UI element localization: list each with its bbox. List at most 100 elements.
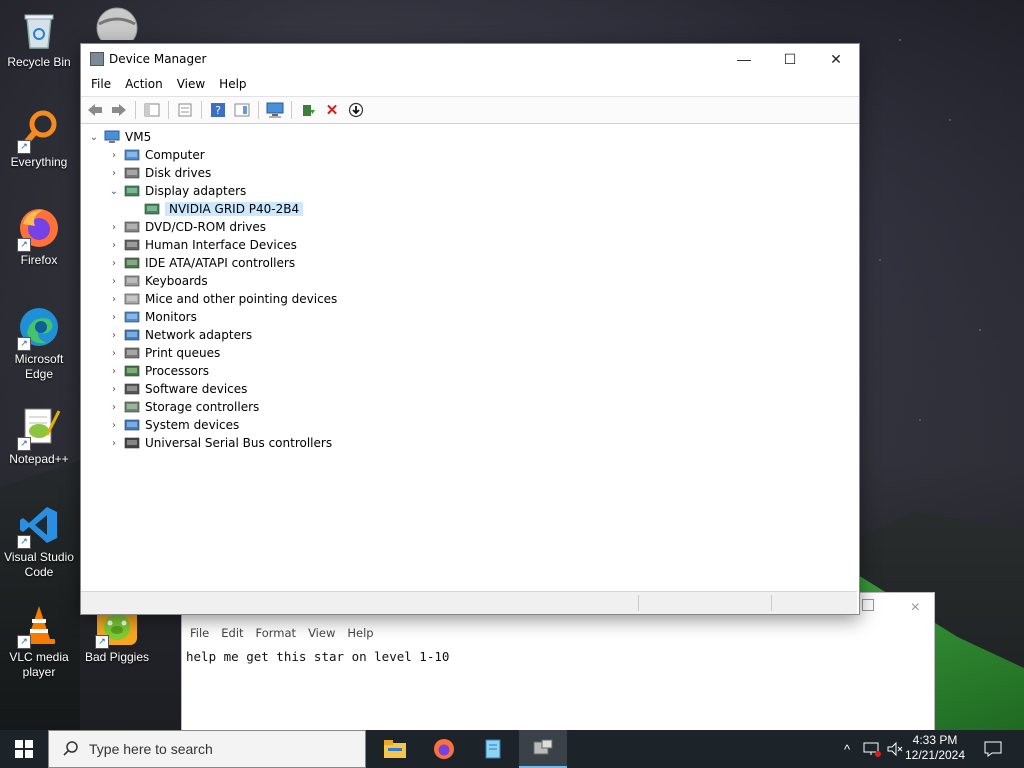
taskbar-file-explorer[interactable] — [371, 730, 419, 768]
tree-category-row[interactable]: › Universal Serial Bus controllers — [107, 434, 332, 452]
taskbar-notepad[interactable] — [469, 730, 517, 768]
close-icon[interactable]: × — [911, 599, 920, 617]
tree-item-label: System devices — [145, 418, 240, 432]
chevron-right-icon[interactable]: › — [107, 420, 121, 431]
tree-category-row[interactable]: › Print queues — [107, 344, 220, 362]
tree-category-row[interactable]: › Disk drives — [107, 164, 211, 182]
menu-action[interactable]: Action — [118, 74, 170, 96]
tree-category-row[interactable]: › DVD/CD-ROM drives — [107, 218, 266, 236]
start-button[interactable] — [0, 730, 48, 768]
chevron-down-icon[interactable]: ⌄ — [87, 132, 101, 143]
minimize-button[interactable]: — — [721, 44, 767, 74]
chevron-down-icon[interactable]: ⌄ — [107, 186, 121, 197]
device-manager-window[interactable]: Device Manager — ☐ ✕ File Action View He… — [80, 43, 860, 615]
recycle-bin-icon — [17, 8, 61, 52]
tree-category-row[interactable]: › Monitors — [107, 308, 197, 326]
tree-category-row[interactable]: ⌄ Display adapters — [107, 182, 246, 200]
device-manager-titlebar[interactable]: Device Manager — ☐ ✕ — [81, 44, 859, 74]
maximize-button[interactable]: ☐ — [767, 44, 813, 74]
notepad-text-area[interactable]: help me get this star on level 1-10 — [182, 645, 934, 668]
chevron-right-icon[interactable]: › — [107, 294, 121, 305]
desktop-icon-recycle-bin[interactable]: Recycle Bin — [1, 8, 77, 70]
chevron-right-icon[interactable]: › — [107, 366, 121, 377]
desktop-icon-everything[interactable]: ↗ Everything — [1, 108, 77, 170]
notepad-menu-help[interactable]: Help — [341, 623, 379, 645]
chevron-right-icon[interactable]: › — [107, 348, 121, 359]
device-tree[interactable]: ⌄ VM5 › Computer › Disk drives ⌄ Display adap… — [81, 123, 857, 590]
tree-category-row[interactable]: › Keyboards — [107, 272, 208, 290]
desktop-icon-label: Visual Studio Code — [4, 550, 74, 579]
uninstall-device-icon[interactable]: ✕ — [322, 100, 342, 120]
tree-category-row[interactable]: › IDE ATA/ATAPI controllers — [107, 254, 295, 272]
taskbar-device-manager[interactable] — [519, 730, 567, 768]
chevron-right-icon[interactable]: › — [107, 384, 121, 395]
monitor-icon — [124, 310, 140, 324]
notepad-menubar: File Edit Format View Help — [182, 623, 934, 645]
back-arrow-icon[interactable] — [85, 100, 105, 120]
disk-drive-icon — [124, 166, 140, 180]
taskbar-search-box[interactable]: Type here to search — [48, 730, 366, 768]
chevron-right-icon[interactable]: › — [107, 150, 121, 161]
printer-icon — [124, 346, 140, 360]
firefox-icon — [434, 739, 454, 759]
system-device-icon — [124, 418, 140, 432]
tree-category-row[interactable]: › Mice and other pointing devices — [107, 290, 337, 308]
desktop-icon-notepad-plus-plus[interactable]: ↗ Notepad++ — [1, 405, 77, 467]
help-icon[interactable]: ? — [208, 100, 228, 120]
menu-help[interactable]: Help — [212, 74, 253, 96]
keyboard-icon — [124, 274, 140, 288]
tree-category-row[interactable]: › Storage controllers — [107, 398, 259, 416]
desktop-icon-unknown-globe[interactable] — [79, 4, 155, 49]
shortcut-arrow-icon: ↗ — [17, 437, 31, 451]
update-driver-icon[interactable] — [298, 100, 318, 120]
tree-device-row[interactable]: NVIDIA GRID P40-2B4 — [141, 200, 304, 218]
notification-center-icon[interactable] — [978, 730, 1008, 768]
show-hide-console-tree-icon[interactable] — [142, 100, 162, 120]
tree-category-row[interactable]: › Software devices — [107, 380, 247, 398]
show-hidden-icons-chevron-up-icon[interactable]: ^ — [836, 730, 858, 768]
notepad-menu-file[interactable]: File — [184, 623, 215, 645]
tree-item-label: Keyboards — [145, 274, 208, 288]
chevron-right-icon[interactable]: › — [107, 168, 121, 179]
chevron-right-icon[interactable]: › — [107, 402, 121, 413]
disable-device-icon[interactable] — [346, 100, 366, 120]
desktop-icon-microsoft-edge[interactable]: ↗ Microsoft Edge — [1, 305, 77, 382]
window-title: Device Manager — [109, 52, 207, 66]
toolbar: ? ✕ — [81, 96, 859, 124]
status-divider — [638, 595, 639, 611]
tree-root-row[interactable]: ⌄ VM5 — [87, 128, 151, 146]
menu-file[interactable]: File — [84, 74, 118, 96]
properties-icon[interactable] — [175, 100, 195, 120]
chevron-right-icon[interactable]: › — [107, 276, 121, 287]
desktop-icon-vscode[interactable]: ↗ Visual Studio Code — [1, 503, 77, 580]
network-icon[interactable] — [860, 730, 884, 768]
forward-arrow-icon[interactable] — [109, 100, 129, 120]
taskbar-clock[interactable]: 4:33 PM 12/21/2024 — [900, 733, 970, 763]
chevron-right-icon[interactable]: › — [107, 222, 121, 233]
notepad-menu-view[interactable]: View — [302, 623, 341, 645]
tree-category-row[interactable]: › Processors — [107, 362, 209, 380]
edge-icon: ↗ — [17, 305, 61, 351]
chevron-right-icon[interactable]: › — [107, 240, 121, 251]
tree-category-row[interactable]: › Computer — [107, 146, 205, 164]
tree-category-row[interactable]: › System devices — [107, 416, 239, 434]
maximize-icon[interactable] — [862, 599, 874, 611]
chevron-right-icon[interactable]: › — [107, 258, 121, 269]
menu-view[interactable]: View — [170, 74, 212, 96]
desktop-icon-firefox[interactable]: ↗ Firefox — [1, 206, 77, 268]
desktop-icon-vlc[interactable]: ↗ VLC media player — [1, 603, 77, 680]
close-button[interactable]: ✕ — [813, 44, 859, 74]
tree-category-row[interactable]: › Network adapters — [107, 326, 252, 344]
chevron-right-icon[interactable]: › — [107, 312, 121, 323]
tree-category-row[interactable]: › Human Interface Devices — [107, 236, 297, 254]
tree-item-label: Human Interface Devices — [145, 238, 297, 252]
chevron-right-icon[interactable]: › — [107, 438, 121, 449]
desktop-icon-label: Recycle Bin — [7, 55, 71, 69]
notepad-menu-edit[interactable]: Edit — [215, 623, 249, 645]
notepad-menu-format[interactable]: Format — [250, 623, 303, 645]
chevron-right-icon[interactable]: › — [107, 330, 121, 341]
taskbar-firefox[interactable] — [420, 730, 468, 768]
tree-item-label: Monitors — [145, 310, 197, 324]
action-pane-icon[interactable] — [232, 100, 252, 120]
scan-hardware-changes-icon[interactable] — [265, 100, 285, 120]
